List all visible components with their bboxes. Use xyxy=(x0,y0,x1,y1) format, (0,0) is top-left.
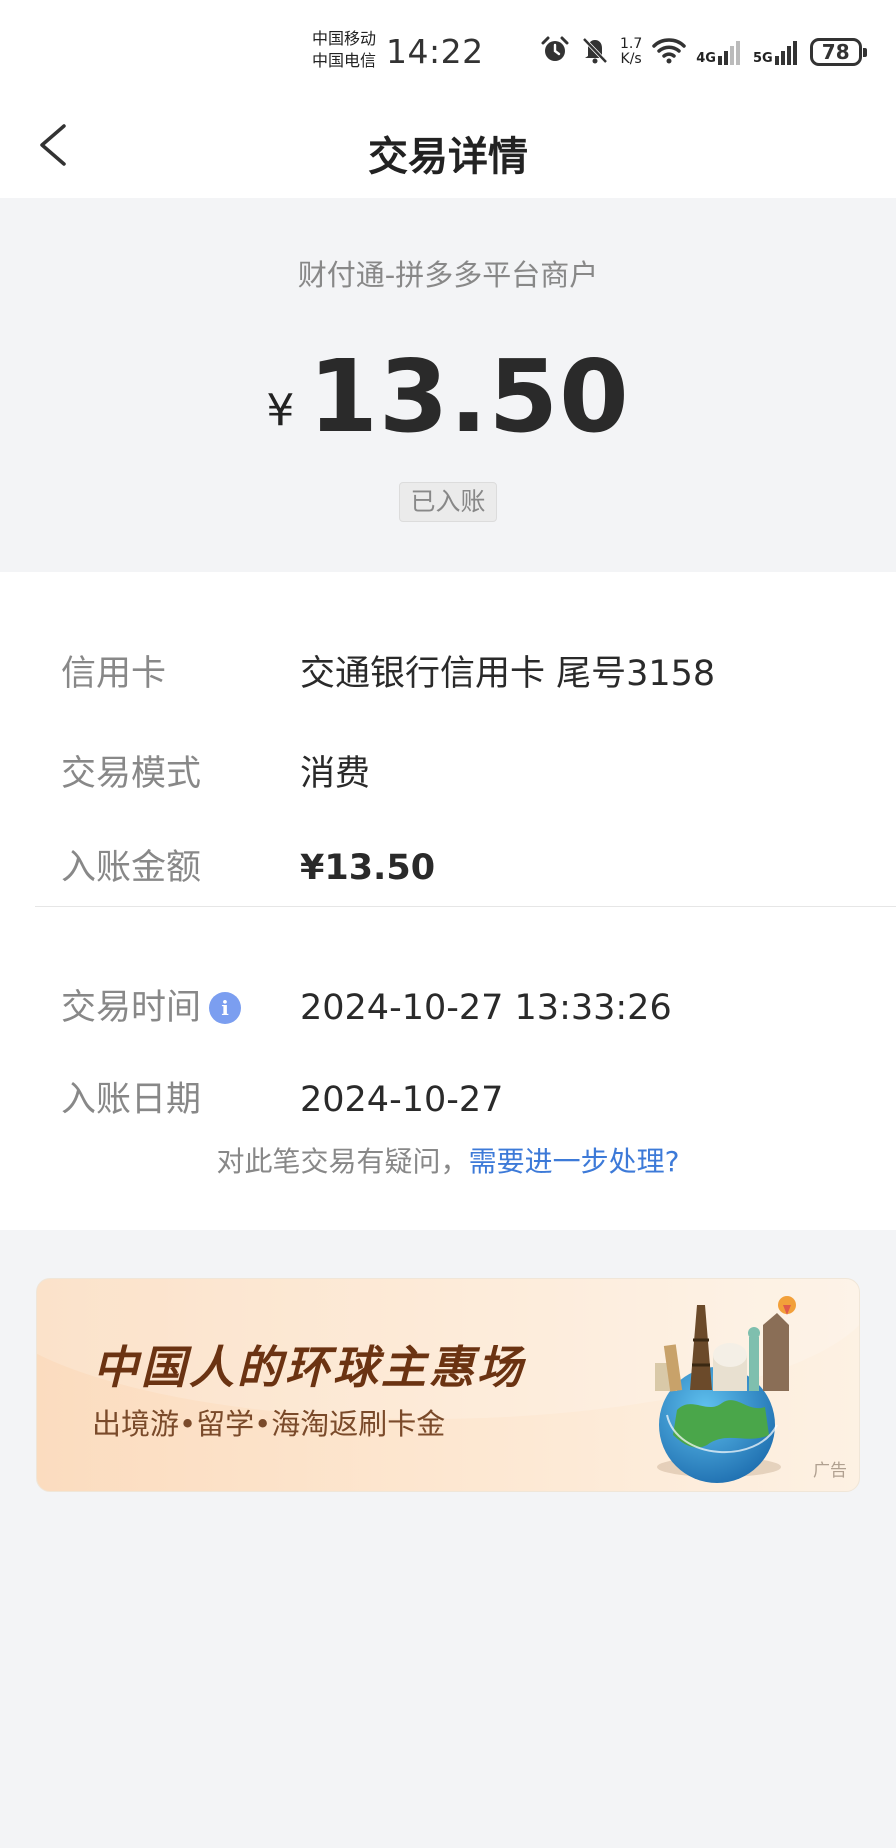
detail-label: 入账金额 xyxy=(61,848,202,888)
ad-tag: 广告 xyxy=(813,1461,847,1481)
page-title: 交易详情 xyxy=(368,134,528,180)
detail-label: 入账日期 xyxy=(61,1080,202,1120)
detail-label: 交易时间 xyxy=(61,988,202,1028)
detail-row-card: 信用卡 交通银行信用卡 尾号3158 xyxy=(0,644,896,704)
globe-landmarks-icon xyxy=(655,1296,796,1483)
detail-value: 2024-10-27 13:33:26 xyxy=(300,988,672,1028)
battery-level: 78 xyxy=(821,40,850,64)
amount-value: 13.50 xyxy=(308,338,630,455)
signal-icon xyxy=(774,41,797,65)
wifi-icon xyxy=(652,36,687,68)
network-speed-value: 1.7 xyxy=(620,36,643,52)
signal-5g: 5G xyxy=(753,38,800,66)
nav-bar: 交易详情 xyxy=(0,100,896,198)
detail-row-mode: 交易模式 消费 xyxy=(0,744,896,804)
transaction-amount: ¥13.50 xyxy=(0,338,896,455)
status-bar: 中国移动 中国电信 14:22 1.7 K/s 4G 5G 78 xyxy=(0,0,896,100)
mute-icon xyxy=(580,35,610,69)
detail-row-transaction-time: 交易时间 i 2024-10-27 13:33:26 xyxy=(0,978,896,1038)
detail-value: 2024-10-27 xyxy=(300,1080,504,1120)
info-icon[interactable]: i xyxy=(209,992,242,1024)
signal-icon xyxy=(717,41,740,65)
dispute-prompt: 对此笔交易有疑问， xyxy=(216,1145,469,1178)
clock: 14:22 xyxy=(386,32,484,71)
network-2-label: 5G xyxy=(752,51,773,66)
status-icons: 1.7 K/s 4G 5G 78 xyxy=(540,32,867,72)
status-badge: 已入账 xyxy=(399,482,497,522)
carrier-1: 中国移动 xyxy=(312,29,377,48)
divider xyxy=(35,906,896,907)
transaction-summary: 财付通-拼多多平台商户 ¥13.50 已入账 xyxy=(0,198,896,572)
dispute-link[interactable]: 需要进一步处理? xyxy=(469,1145,680,1178)
ad-title: 中国人的环球主惠场 xyxy=(93,1341,526,1394)
detail-value: 交通银行信用卡 尾号3158 xyxy=(300,654,716,694)
carrier-info: 中国移动 中国电信 xyxy=(312,28,376,72)
transaction-details: 信用卡 交通银行信用卡 尾号3158 交易模式 消费 入账金额 ¥13.50 交… xyxy=(0,572,896,1230)
ad-banner[interactable]: 中国人的环球主惠场 出境游•留学•海淘返刷卡金 广告 xyxy=(36,1278,860,1492)
detail-value: ¥13.50 xyxy=(300,848,436,888)
network-speed-unit: K/s xyxy=(620,51,642,67)
detail-row-posted-date: 入账日期 2024-10-27 xyxy=(0,1070,896,1130)
battery-icon: 78 xyxy=(809,38,867,66)
dispute-query: 对此笔交易有疑问，需要进一步处理? xyxy=(0,1140,896,1180)
detail-value: 消费 xyxy=(300,754,371,794)
signal-4g: 4G xyxy=(696,38,743,66)
network-1-label: 4G xyxy=(696,51,716,66)
detail-label-with-info: 交易时间 i xyxy=(61,978,242,1038)
currency-symbol: ¥ xyxy=(266,385,295,436)
detail-label: 信用卡 xyxy=(61,654,167,694)
network-speed: 1.7 K/s xyxy=(620,37,642,67)
ad-subtitle: 出境游•留学•海淘返刷卡金 xyxy=(92,1407,446,1441)
detail-label: 交易模式 xyxy=(61,754,202,794)
carrier-2: 中国电信 xyxy=(312,51,377,70)
merchant-name: 财付通-拼多多平台商户 xyxy=(297,258,599,292)
detail-row-posted-amount: 入账金额 ¥13.50 xyxy=(0,838,896,898)
alarm-icon xyxy=(540,35,570,69)
